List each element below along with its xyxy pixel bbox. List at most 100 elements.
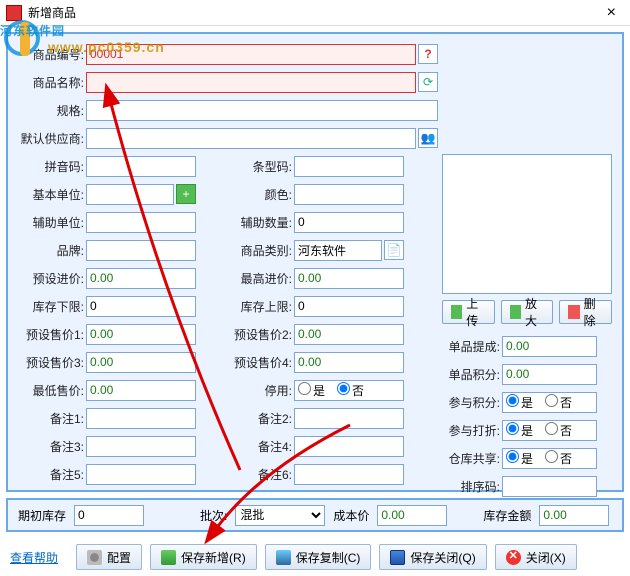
color-input[interactable] (294, 184, 404, 205)
join-points-no[interactable]: 否 (545, 394, 572, 411)
help-icon[interactable]: ? (418, 44, 438, 64)
brand-input[interactable] (86, 240, 196, 261)
stop-yes[interactable]: 是 (298, 382, 325, 399)
stop-label: 停用: (226, 382, 292, 399)
stock-low-input[interactable] (86, 296, 196, 317)
min-price-label: 最低售价: (18, 382, 84, 399)
zoom-icon (510, 305, 521, 319)
join-points-label: 参与积分: (434, 394, 500, 411)
stop-no[interactable]: 否 (337, 382, 364, 399)
save-close-button[interactable]: 保存关闭(Q) (379, 544, 486, 570)
supplier-input[interactable] (86, 128, 416, 149)
preset-price2-label: 预设售价2: (226, 326, 292, 343)
stock-high-input[interactable] (294, 296, 404, 317)
min-price-input[interactable] (86, 380, 196, 401)
people-icon[interactable]: 👥 (418, 128, 438, 148)
product-name-input[interactable] (86, 72, 416, 93)
sort-label: 排序码: (434, 478, 500, 495)
share-stock-yes[interactable]: 是 (506, 450, 533, 467)
zoom-button[interactable]: 放大 (501, 300, 554, 324)
save-close-icon (390, 550, 405, 565)
stock-high-label: 库存上限: (226, 298, 292, 315)
init-stock-label: 期初库存 (18, 507, 66, 524)
preset-price1-input[interactable] (86, 324, 196, 345)
commission-input[interactable] (502, 336, 597, 357)
aux-qty-input[interactable] (294, 212, 404, 233)
save-copy-button[interactable]: 保存复制(C) (265, 544, 372, 570)
preset-price2-input[interactable] (294, 324, 404, 345)
spec-label: 规格: (18, 102, 84, 119)
join-points-yes[interactable]: 是 (506, 394, 533, 411)
help-link[interactable]: 查看帮助 (10, 549, 58, 566)
save-copy-icon (276, 550, 291, 565)
image-preview (442, 154, 612, 294)
share-stock-group: 是 否 (502, 448, 597, 469)
note5-label: 备注5: (18, 466, 84, 483)
upload-button[interactable]: 上传 (442, 300, 495, 324)
batch-label: 批次: (200, 507, 227, 524)
close-button[interactable]: ✕关闭(X) (495, 544, 577, 570)
note3-label: 备注3: (18, 438, 84, 455)
product-name-label: 商品名称: (18, 74, 84, 91)
sort-input[interactable] (502, 476, 597, 497)
add-unit-icon[interactable]: + (176, 184, 196, 204)
barcode-input[interactable] (294, 156, 404, 177)
preset-price1-label: 预设售价1: (18, 326, 84, 343)
preset-cost-input[interactable] (86, 268, 196, 289)
main-panel: 商品编号: ? 商品名称: ⟳ 规格: 默认供应商: 👥 拼音码: 基本单位:+… (6, 32, 624, 492)
cost-input[interactable] (377, 505, 447, 526)
aux-unit-input[interactable] (86, 212, 196, 233)
pinyin-input[interactable] (86, 156, 196, 177)
save-new-button[interactable]: 保存新增(R) (150, 544, 257, 570)
note6-input[interactable] (294, 464, 404, 485)
upload-icon (451, 305, 462, 319)
color-label: 颜色: (226, 186, 292, 203)
amount-input[interactable] (539, 505, 609, 526)
category-browse-icon[interactable]: 📄 (384, 240, 404, 260)
share-stock-no[interactable]: 否 (545, 450, 572, 467)
batch-select[interactable]: 混批 (235, 505, 325, 526)
commission-label: 单品提成: (434, 338, 500, 355)
stock-low-label: 库存下限: (18, 298, 84, 315)
spec-input[interactable] (86, 100, 438, 121)
cost-label: 成本价 (333, 507, 369, 524)
note6-label: 备注6: (226, 466, 292, 483)
category-label: 商品类别: (226, 242, 292, 259)
preset-price3-label: 预设售价3: (18, 354, 84, 371)
supplier-label: 默认供应商: (18, 130, 84, 147)
init-stock-input[interactable] (74, 505, 144, 526)
watermark: 河东软件园 www.pc0359.cn (0, 15, 165, 55)
footer: 查看帮助 配置 保存新增(R) 保存复制(C) 保存关闭(Q) ✕关闭(X) (0, 538, 630, 576)
preset-cost-label: 预设进价: (18, 270, 84, 287)
preset-price4-input[interactable] (294, 352, 404, 373)
join-discount-yes[interactable]: 是 (506, 422, 533, 439)
note4-label: 备注4: (226, 438, 292, 455)
delete-button[interactable]: 删除 (559, 300, 612, 324)
note5-input[interactable] (86, 464, 196, 485)
aux-qty-label: 辅助数量: (226, 214, 292, 231)
delete-icon (568, 305, 579, 319)
category-input[interactable] (294, 240, 382, 261)
config-button[interactable]: 配置 (76, 544, 142, 570)
max-cost-input[interactable] (294, 268, 404, 289)
bottom-panel: 期初库存 批次: 混批 成本价 库存金额 (6, 498, 624, 532)
points-input[interactable] (502, 364, 597, 385)
join-discount-no[interactable]: 否 (545, 422, 572, 439)
close-x-icon: ✕ (506, 550, 521, 565)
preset-price3-input[interactable] (86, 352, 196, 373)
note2-input[interactable] (294, 408, 404, 429)
gear-icon (87, 550, 102, 565)
refresh-icon[interactable]: ⟳ (418, 72, 438, 92)
note4-input[interactable] (294, 436, 404, 457)
barcode-label: 条型码: (226, 158, 292, 175)
amount-label: 库存金额 (483, 507, 531, 524)
brand-label: 品牌: (18, 242, 84, 259)
join-points-group: 是 否 (502, 392, 597, 413)
watermark-text: 河东软件园 (0, 24, 65, 38)
watermark-url: www.pc0359.cn (48, 39, 165, 55)
note3-input[interactable] (86, 436, 196, 457)
close-icon[interactable]: × (599, 4, 624, 22)
note1-input[interactable] (86, 408, 196, 429)
join-discount-group: 是 否 (502, 420, 597, 441)
unit-input[interactable] (86, 184, 174, 205)
